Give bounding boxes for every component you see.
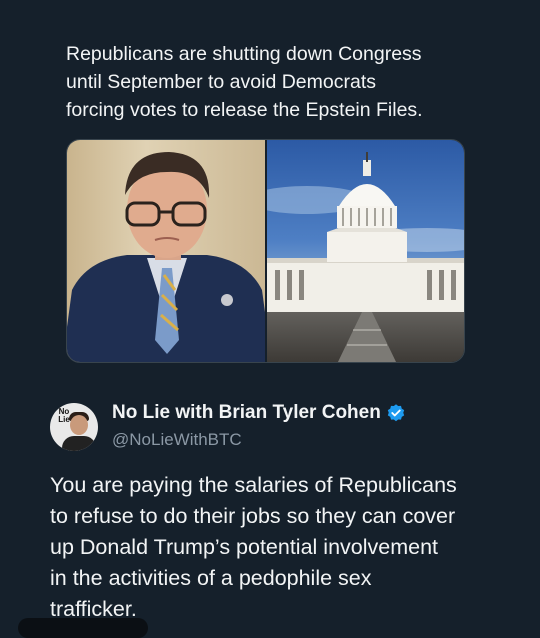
author-name[interactable]: No Lie with Brian Tyler Cohen	[112, 402, 381, 424]
post-text: You are paying the salaries of Republica…	[50, 473, 457, 621]
post-media[interactable]	[66, 139, 465, 363]
author-handle[interactable]: @NoLieWithBTC	[112, 430, 242, 450]
avatar-face	[70, 415, 88, 435]
capitol-photo-illustration	[247, 152, 464, 362]
verified-badge-icon	[387, 404, 405, 422]
avatar[interactable]: No Lie	[50, 403, 98, 451]
photo-speaker[interactable]	[67, 140, 272, 362]
quoted-post-text: Republicans are shutting down Congress u…	[66, 43, 423, 121]
photo-capitol[interactable]	[247, 140, 464, 362]
bottom-bar	[18, 618, 148, 638]
speaker-photo-illustration	[67, 152, 272, 362]
avatar-body	[62, 436, 96, 451]
author-row[interactable]: No Lie with Brian Tyler Cohen	[112, 402, 406, 424]
